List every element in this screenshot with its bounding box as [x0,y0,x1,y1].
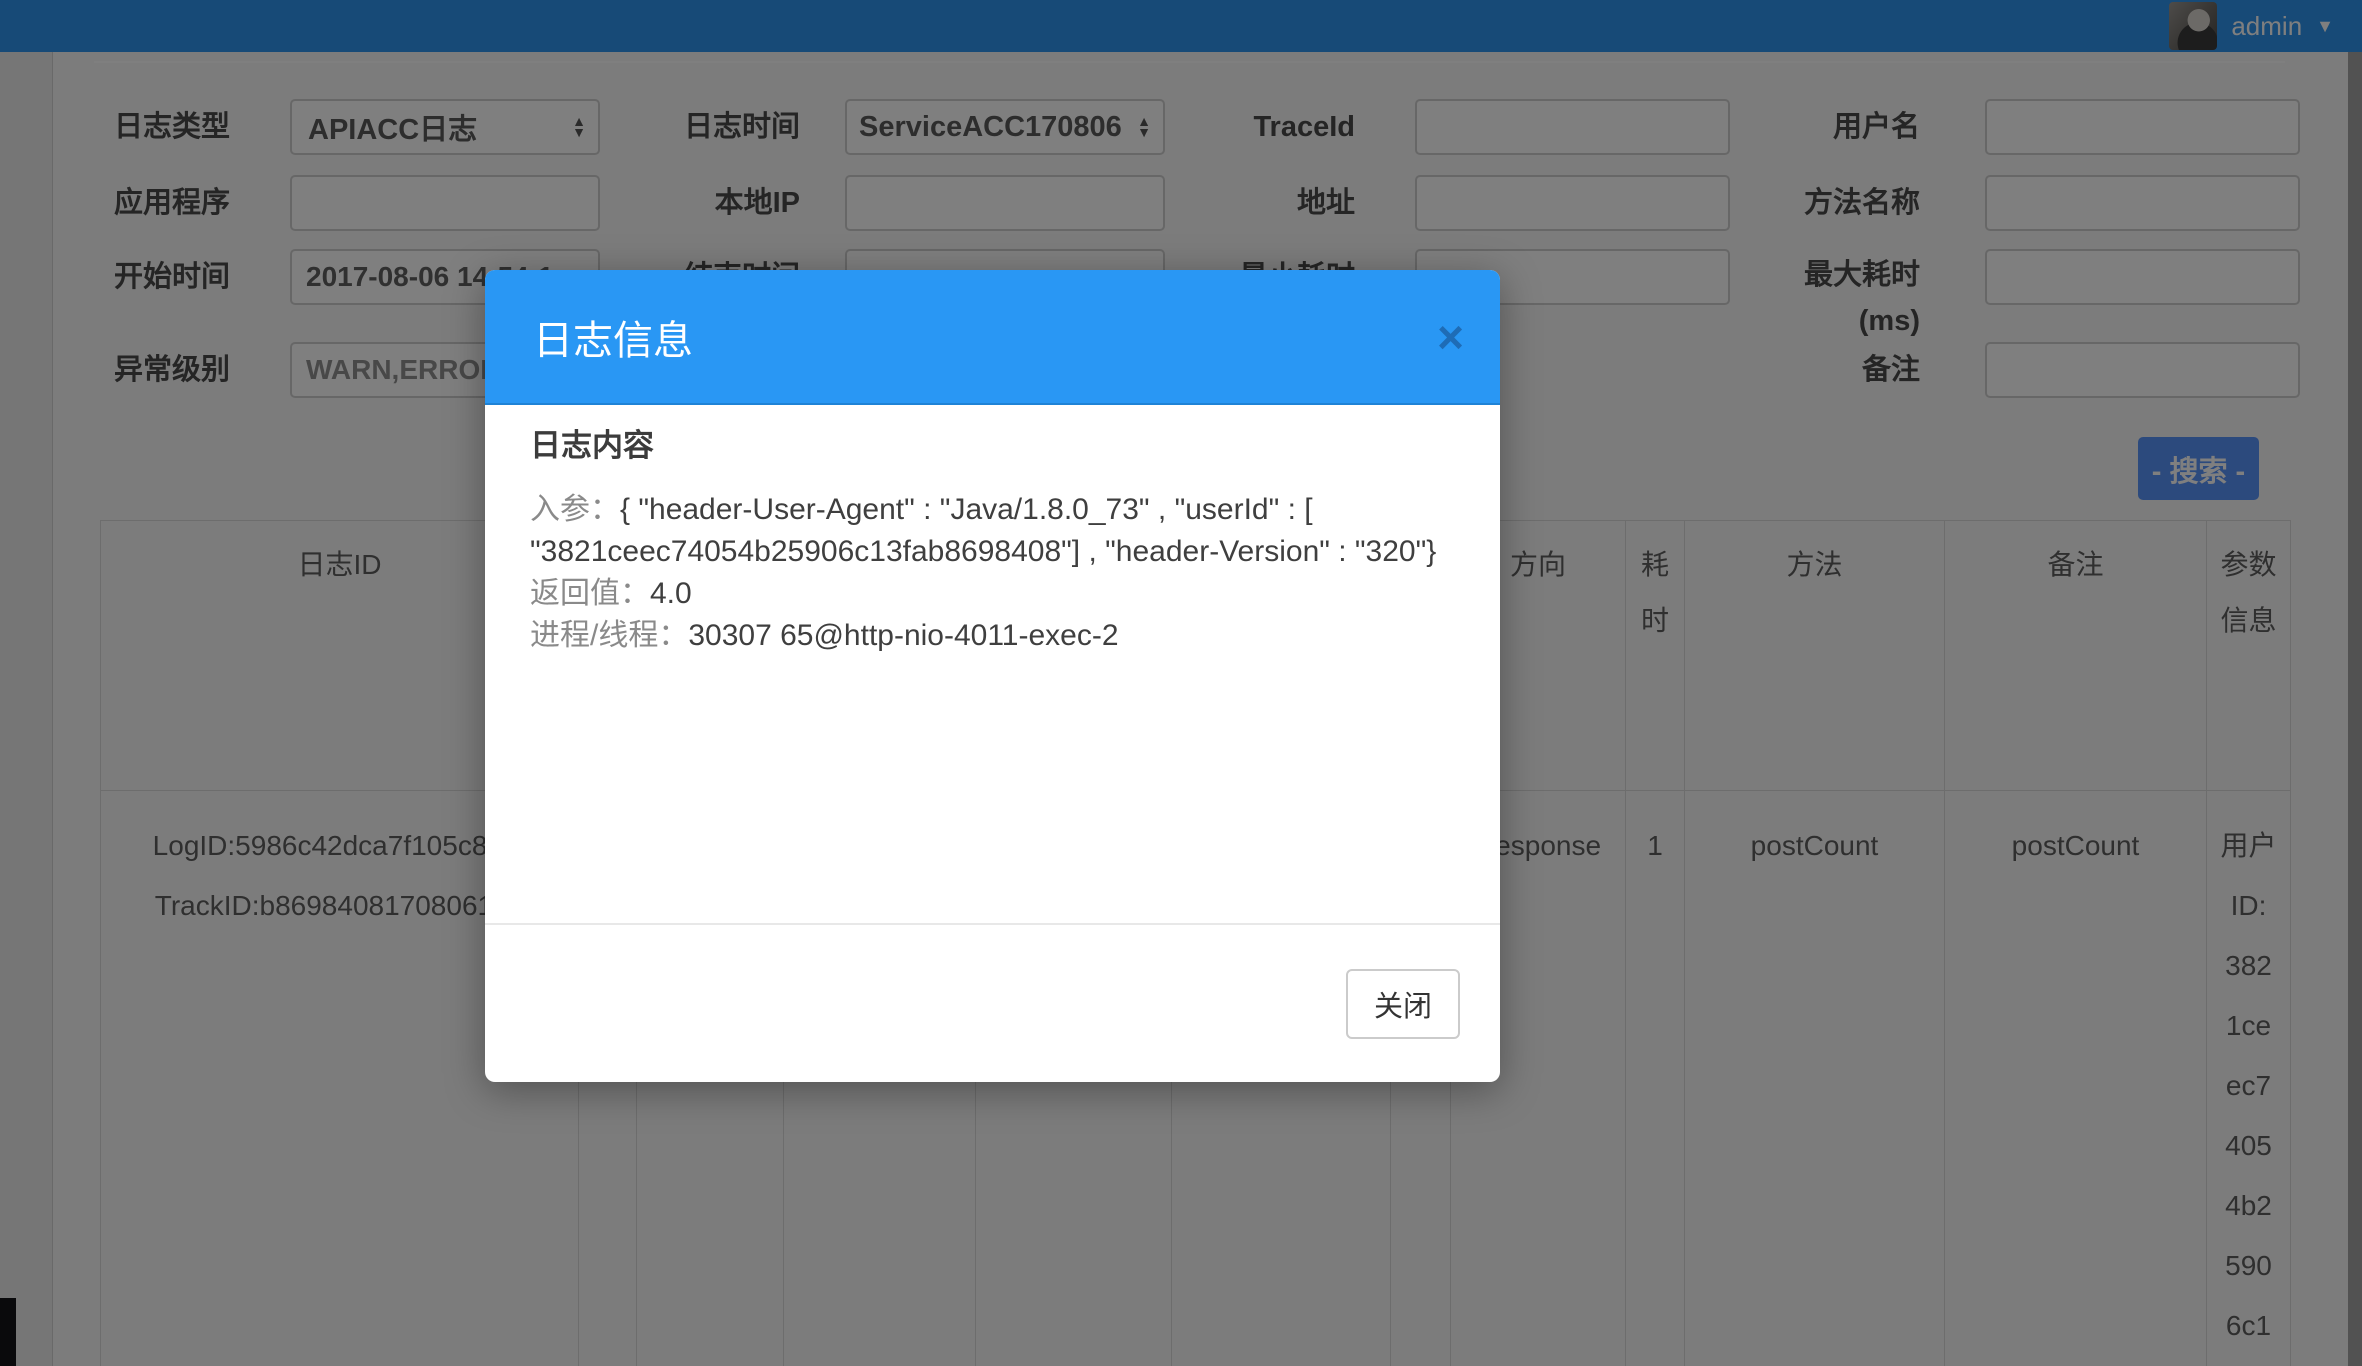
log-query-page: admin 日志类型 APIACC日志 日志时间 ServiceACC17080… [0,0,2362,1366]
log-content-heading: 日志内容 [530,429,1455,463]
log-info-modal: 日志信息 × 日志内容 入参：{ "header-User-Agent" : "… [485,270,1500,1082]
modal-footer: 关闭 [485,923,1500,1082]
log-content-text: 入参：{ "header-User-Agent" : "Java/1.8.0_7… [530,489,1455,657]
modal-title: 日志信息 [533,308,693,366]
log-line-return: 返回值：4.0 [530,573,1455,615]
modal-body: 日志内容 入参：{ "header-User-Agent" : "Java/1.… [485,405,1500,923]
close-icon[interactable]: × [1437,314,1464,360]
close-button[interactable]: 关闭 [1346,969,1460,1039]
log-line-thread: 进程/线程：30307 65@http-nio-4011-exec-2 [530,615,1455,657]
log-line-params: 入参：{ "header-User-Agent" : "Java/1.8.0_7… [530,489,1455,573]
modal-header: 日志信息 × [485,270,1500,405]
corner-overlay-strip [0,1298,16,1366]
